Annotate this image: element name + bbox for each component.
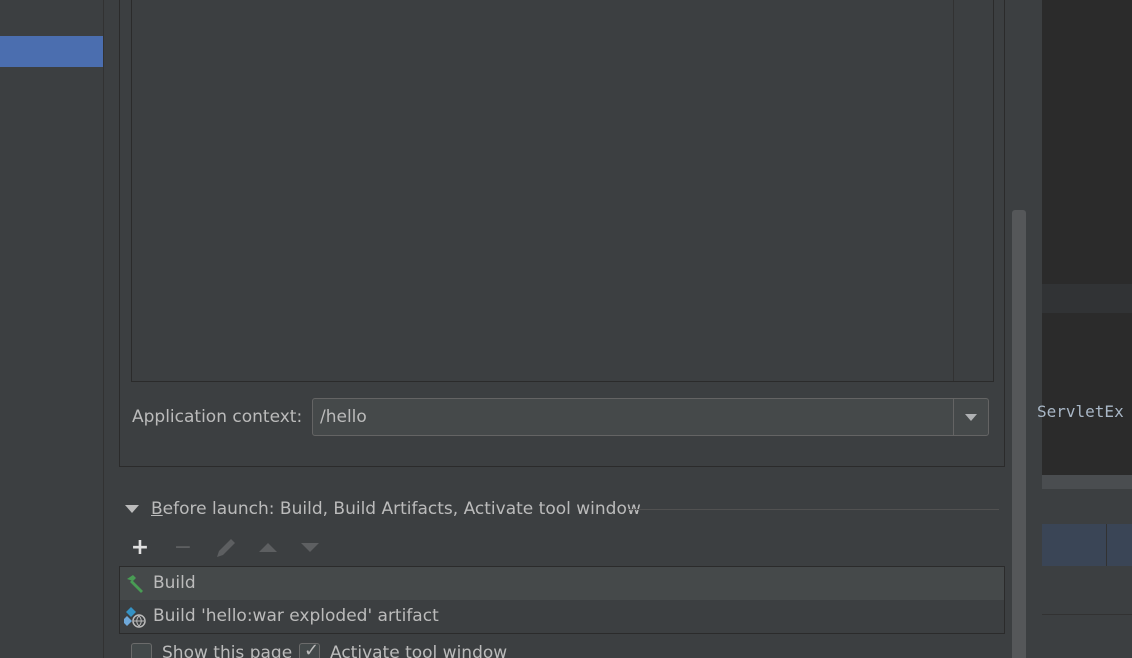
application-context-value[interactable]: /hello (320, 407, 367, 427)
move-down-button[interactable] (296, 535, 324, 561)
show-page-checkbox[interactable] (131, 643, 152, 658)
application-context-label: Application context: (132, 407, 303, 427)
settings-panel: Application context: /hello Before launc… (104, 0, 1042, 658)
before-launch-title: Before launch: Build, Build Artifacts, A… (151, 499, 641, 519)
editor-background: ServletEx (1037, 0, 1132, 658)
before-launch-mnemonic: B (151, 499, 163, 519)
tool-window-header (1042, 489, 1132, 524)
tool-window-row[interactable] (1042, 566, 1132, 615)
chevron-down-icon (965, 414, 977, 421)
edit-task-button[interactable] (212, 535, 240, 561)
task-label: Build 'hello:war exploded' artifact (153, 606, 439, 626)
before-launch-task-list: Build Build 'hello:war exploded' artifac… (119, 566, 1005, 634)
tool-window-selected-row[interactable] (1042, 524, 1132, 566)
collapse-triangle-icon[interactable] (125, 505, 139, 513)
remove-task-button[interactable]: − (169, 535, 197, 561)
before-launch-options: Show this page ✓ Activate tool window (131, 640, 631, 658)
deployment-artifact-list[interactable] (131, 0, 994, 382)
add-task-button[interactable]: + (126, 535, 154, 561)
list-item[interactable]: Build 'hello:war exploded' artifact (120, 600, 1004, 633)
deployment-list-side-area (953, 0, 993, 381)
editor-code-text: ServletEx (1037, 402, 1124, 421)
section-divider (629, 509, 999, 510)
run-configuration-dialog: Application context: /hello Before launc… (0, 0, 1132, 658)
config-tree-selected-item[interactable] (0, 36, 103, 67)
editor-highlight-line (1042, 284, 1132, 313)
arrow-up-icon (259, 543, 277, 552)
checkmark-icon: ✓ (304, 640, 320, 658)
tool-window-row[interactable] (1042, 615, 1132, 658)
application-context-dropdown-button[interactable] (953, 399, 988, 435)
activate-tool-window-checkbox[interactable]: ✓ (299, 640, 320, 658)
activate-tool-window-label: Activate tool window (330, 643, 508, 658)
before-launch-header[interactable]: Before launch: Build, Build Artifacts, A… (122, 497, 1002, 523)
application-context-combobox[interactable]: /hello (312, 398, 989, 436)
editor-horizontal-scrollbar[interactable] (1042, 475, 1132, 489)
move-up-button[interactable] (254, 535, 282, 561)
before-launch-toolbar: + − (126, 535, 346, 561)
artifact-icon (124, 607, 146, 628)
config-tree-panel (0, 0, 104, 658)
dialog-scrollbar[interactable] (1012, 210, 1026, 658)
hammer-icon (127, 575, 143, 593)
deployment-group: Application context: /hello (119, 0, 1005, 467)
show-page-label: Show this page (162, 643, 293, 658)
task-label: Build (153, 573, 196, 593)
arrow-down-icon (301, 543, 319, 552)
list-item[interactable]: Build (120, 567, 1004, 600)
pencil-icon (217, 539, 235, 557)
before-launch-title-text: efore launch: Build, Build Artifacts, Ac… (162, 499, 641, 519)
column-divider (1106, 524, 1107, 566)
